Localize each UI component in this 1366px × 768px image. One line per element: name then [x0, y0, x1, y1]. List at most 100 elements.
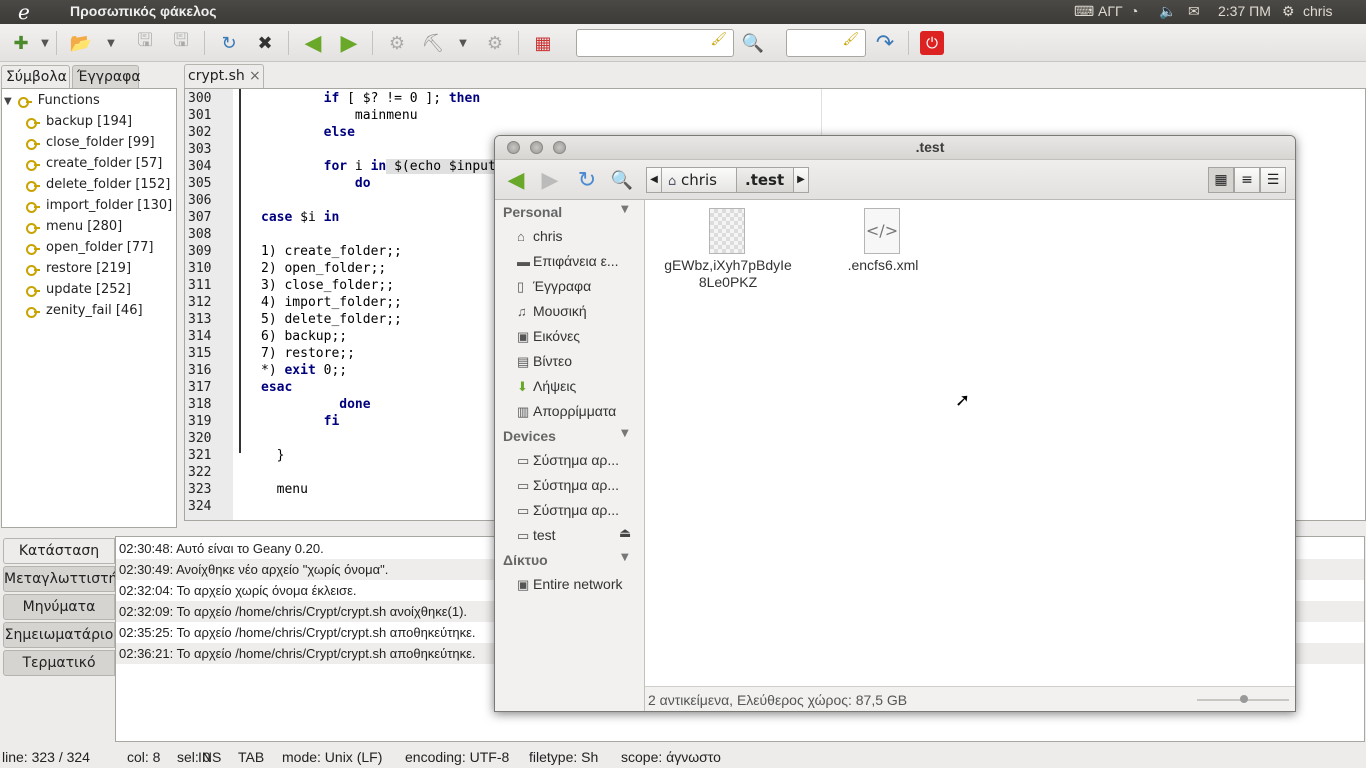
code-line[interactable]: *) exit 0;;	[261, 362, 347, 379]
place-videos[interactable]: ▤ Βίντεο	[517, 350, 643, 372]
code-line[interactable]: 7) restore;;	[261, 345, 355, 362]
crumb-right-arrow[interactable]: ▶	[793, 167, 809, 193]
compile-icon[interactable]: ⚙	[384, 30, 410, 56]
execute-icon[interactable]: ⚙	[482, 30, 508, 56]
window-titlebar[interactable]: .test	[495, 136, 1295, 160]
device-item[interactable]: ▭ Σύστημα αρ...	[517, 499, 643, 521]
file-view[interactable]: gEWbz,iXyh7pBdyIe 8Le0PKZ </> .encfs6.xml…	[645, 200, 1295, 711]
expander-icon[interactable]: ▼	[4, 96, 12, 107]
place-desktop[interactable]: ▬ Επιφάνεια ε...	[517, 250, 643, 272]
tab-status[interactable]: Κατάσταση	[3, 538, 115, 564]
collapse-icon[interactable]: ▼	[621, 552, 629, 563]
reload-icon[interactable]: ↻	[574, 167, 600, 193]
symbol-item[interactable]: delete_folder [152]	[26, 174, 170, 195]
clock[interactable]: 2:37 ΠΜ	[1218, 3, 1271, 19]
place-trash[interactable]: ▥ Απορρίμματα	[517, 400, 643, 422]
code-line[interactable]: do	[261, 175, 371, 192]
mail-icon[interactable]: ✉	[1188, 3, 1200, 20]
user-name[interactable]: chris	[1303, 3, 1333, 19]
tab-documents[interactable]: Έγγραφα	[72, 65, 141, 89]
code-line[interactable]: menu	[261, 481, 308, 498]
place-pictures[interactable]: ▣ Εικόνες	[517, 325, 643, 347]
code-line[interactable]: 2) open_folder;;	[261, 260, 386, 277]
code-line[interactable]: else	[261, 124, 355, 141]
close-icon[interactable]: ✖	[252, 30, 278, 56]
code-line[interactable]: done	[261, 396, 370, 413]
new-file-icon[interactable]: ✚	[8, 30, 34, 56]
code-line[interactable]: case $i in	[261, 209, 339, 226]
forward-icon[interactable]: ▶	[537, 167, 563, 193]
symbol-item[interactable]: restore [219]	[26, 258, 131, 279]
code-line[interactable]: 5) delete_folder;;	[261, 311, 402, 328]
device-item[interactable]: ▭ Σύστημα αρ...	[517, 449, 643, 471]
zoom-slider-handle[interactable]	[1240, 695, 1248, 703]
code-line[interactable]: mainmenu	[261, 107, 418, 124]
tab-messages[interactable]: Μηνύματα	[3, 594, 115, 620]
symbol-item[interactable]: create_folder [57]	[26, 153, 162, 174]
volume-icon[interactable]: 🔈	[1159, 3, 1176, 20]
tab-terminal[interactable]: Τερματικό	[3, 650, 115, 676]
build-icon[interactable]: ⛏	[420, 30, 446, 56]
close-tab-icon[interactable]: ×	[249, 68, 261, 84]
section-network[interactable]: Δίκτυο	[503, 552, 548, 568]
tab-scribble[interactable]: Σημειωματάριο	[3, 622, 115, 648]
search-icon[interactable]: 🔍	[609, 167, 635, 193]
crumb-chris[interactable]: ⌂ chris	[661, 167, 737, 193]
quit-icon[interactable]: ⏻	[920, 31, 944, 55]
search-input[interactable]: 🖌	[576, 29, 734, 57]
reload-icon[interactable]: ↻	[216, 30, 242, 56]
place-documents[interactable]: ▯ Έγγραφα	[517, 275, 643, 297]
symbol-item[interactable]: update [252]	[26, 279, 131, 300]
icon-view-button[interactable]: ▦	[1208, 167, 1234, 193]
code-line[interactable]: for i in $(echo $input	[261, 158, 496, 175]
xml-file-icon[interactable]: </>	[864, 208, 900, 254]
code-line[interactable]: if [ $? != 0 ]; then	[261, 90, 481, 107]
code-line[interactable]: 6) backup;;	[261, 328, 347, 345]
code-line[interactable]: 1) create_folder;;	[261, 243, 402, 260]
code-line[interactable]: esac	[261, 379, 292, 396]
device-test[interactable]: ▭ test	[517, 524, 613, 546]
ubuntu-logo-icon[interactable]: ℯ	[18, 2, 42, 22]
symbol-item[interactable]: zenity_fail [46]	[26, 300, 143, 321]
wifi-icon[interactable]: ◔	[1130, 3, 1138, 19]
color-chooser-icon[interactable]: ▦	[530, 30, 556, 56]
place-music[interactable]: ♫ Μουσική	[517, 300, 643, 322]
section-personal[interactable]: Personal	[503, 204, 562, 220]
back-icon[interactable]: ◀	[300, 30, 326, 56]
section-devices[interactable]: Devices	[503, 428, 556, 444]
forward-icon[interactable]: ▶	[336, 30, 362, 56]
symbol-item[interactable]: backup [194]	[26, 111, 132, 132]
binary-file-icon[interactable]	[709, 208, 745, 254]
code-line[interactable]: }	[261, 447, 285, 464]
collapse-icon[interactable]: ▼	[621, 204, 629, 215]
goto-icon[interactable]: ↷	[872, 30, 898, 56]
symbol-item[interactable]: open_folder [77]	[26, 237, 154, 258]
symbol-item[interactable]: menu [280]	[26, 216, 122, 237]
code-line[interactable]: 3) close_folder;;	[261, 277, 394, 294]
tab-symbols[interactable]: Σύμβολα	[1, 65, 70, 89]
code-line[interactable]: fi	[261, 413, 340, 430]
search-icon[interactable]: 🔍	[740, 30, 766, 56]
tab-compiler[interactable]: Μεταγλωττιστής	[3, 566, 126, 592]
keyboard-indicator[interactable]: ΑΓΓ	[1098, 3, 1123, 19]
crumb-test[interactable]: .test	[736, 167, 794, 193]
save-icon[interactable]: 🖫	[132, 30, 158, 56]
symbol-item[interactable]: close_folder [99]	[26, 132, 155, 153]
keyboard-layout-icon[interactable]: ⌨	[1074, 3, 1094, 20]
build-dropdown-icon[interactable]: ▼	[456, 30, 470, 56]
open-file-icon[interactable]: 📂	[68, 30, 94, 56]
save-all-icon[interactable]: 🖫	[168, 30, 194, 56]
collapse-icon[interactable]: ▼	[621, 428, 629, 439]
symbol-item[interactable]: import_folder [130]	[26, 195, 172, 216]
goto-line-input[interactable]: 🖌	[786, 29, 866, 57]
place-network[interactable]: ▣ Entire network	[517, 573, 643, 595]
eject-icon[interactable]: ⏏	[619, 526, 631, 541]
file-name[interactable]: .encfs6.xml	[815, 257, 951, 274]
open-dropdown-icon[interactable]: ▼	[104, 30, 118, 56]
back-icon[interactable]: ◀	[503, 167, 529, 193]
compact-view-button[interactable]: ☰	[1260, 167, 1286, 193]
new-dropdown-icon[interactable]: ▼	[38, 30, 52, 56]
user-icon[interactable]: ⚙	[1282, 3, 1295, 20]
file-name[interactable]: gEWbz,iXyh7pBdyIe 8Le0PKZ	[653, 257, 803, 291]
place-home[interactable]: ⌂ chris	[517, 225, 643, 247]
